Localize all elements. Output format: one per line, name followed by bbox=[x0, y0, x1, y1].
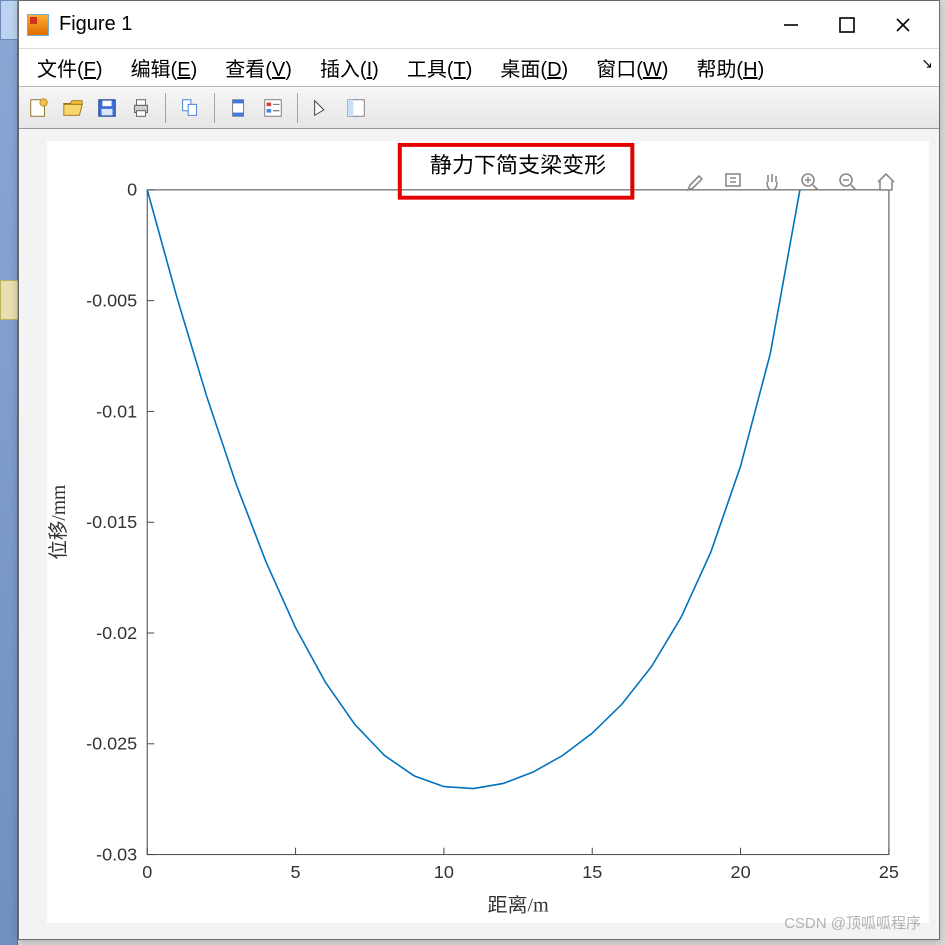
colormap-button[interactable] bbox=[223, 92, 255, 124]
minimize-button[interactable] bbox=[763, 5, 819, 45]
x-tick-label: 10 bbox=[434, 862, 454, 882]
background-sidebar bbox=[0, 0, 18, 945]
y-tick-label: 0 bbox=[127, 180, 137, 200]
pan-icon[interactable] bbox=[757, 167, 787, 197]
zoom-in-icon[interactable] bbox=[795, 167, 825, 197]
x-tick-label: 5 bbox=[291, 862, 301, 882]
x-tick-label: 15 bbox=[582, 862, 602, 882]
menubar: 文件(F)编辑(E)查看(V)插入(I)工具(T)桌面(D)窗口(W)帮助(H)… bbox=[19, 49, 939, 87]
y-tick-label: -0.02 bbox=[96, 623, 137, 643]
y-tick-label: -0.01 bbox=[96, 402, 137, 422]
edit-plot-button[interactable] bbox=[306, 92, 338, 124]
menu-i[interactable]: 插入(I) bbox=[306, 50, 393, 85]
toolbar-separator bbox=[297, 93, 298, 123]
insert-legend-button[interactable] bbox=[257, 92, 289, 124]
zoom-out-icon[interactable] bbox=[833, 167, 863, 197]
axes[interactable]: 0 5 10 15 20 25 0 -0.005 -0.01 -0.015 -0.02 -0.025 -… bbox=[47, 141, 929, 923]
brush-icon[interactable] bbox=[681, 167, 711, 197]
menu-v[interactable]: 查看(V) bbox=[211, 50, 306, 85]
window-title: Figure 1 bbox=[59, 13, 132, 36]
new-figure-button[interactable] bbox=[23, 92, 55, 124]
x-axis-label: 距离/m bbox=[487, 894, 549, 916]
y-tick-label: -0.025 bbox=[86, 734, 137, 754]
bg-tab-1 bbox=[0, 0, 18, 40]
toolbar bbox=[19, 87, 939, 129]
x-tick-label: 25 bbox=[879, 862, 899, 882]
chart-svg: 0 5 10 15 20 25 0 -0.005 -0.01 -0.015 -0.02 -0.025 -… bbox=[47, 141, 929, 923]
menu-f[interactable]: 文件(F) bbox=[23, 50, 117, 85]
menu-w[interactable]: 窗口(W) bbox=[582, 50, 682, 85]
x-tick-label: 20 bbox=[731, 862, 751, 882]
open-button[interactable] bbox=[57, 92, 89, 124]
menubar-overflow-icon[interactable]: ↘ bbox=[921, 55, 933, 72]
data-tips-icon[interactable] bbox=[719, 167, 749, 197]
y-axis-label: 位移/mm bbox=[48, 484, 70, 559]
axes-box bbox=[147, 190, 889, 855]
x-tick-label: 0 bbox=[142, 862, 152, 882]
home-icon[interactable] bbox=[871, 167, 901, 197]
menu-h[interactable]: 帮助(H) bbox=[682, 50, 778, 85]
menu-t[interactable]: 工具(T) bbox=[393, 50, 487, 85]
chart-title: 静力下简支梁变形 bbox=[430, 154, 607, 178]
bg-tab-2 bbox=[0, 280, 18, 320]
menu-e[interactable]: 编辑(E) bbox=[117, 50, 212, 85]
print-button[interactable] bbox=[125, 92, 157, 124]
titlebar: Figure 1 bbox=[19, 1, 939, 49]
figure-window: Figure 1 文件(F)编辑(E)查看(V)插入(I)工具(T)桌面(D)窗… bbox=[18, 0, 940, 940]
y-tick-label: -0.03 bbox=[96, 845, 137, 865]
menu-d[interactable]: 桌面(D) bbox=[486, 50, 582, 85]
link-button[interactable] bbox=[174, 92, 206, 124]
toolbar-separator bbox=[214, 93, 215, 123]
figure-area: 0 5 10 15 20 25 0 -0.005 -0.01 -0.015 -0.02 -0.025 -… bbox=[19, 129, 939, 939]
toolbar-separator bbox=[165, 93, 166, 123]
matlab-icon bbox=[27, 14, 49, 36]
y-tick-label: -0.015 bbox=[86, 512, 137, 532]
axes-toolbar bbox=[681, 167, 901, 197]
y-tick-label: -0.005 bbox=[86, 291, 137, 311]
data-cursor-button[interactable] bbox=[340, 92, 372, 124]
maximize-button[interactable] bbox=[819, 5, 875, 45]
save-button[interactable] bbox=[91, 92, 123, 124]
watermark: CSDN @顶呱呱程序 bbox=[784, 912, 921, 933]
close-button[interactable] bbox=[875, 5, 931, 45]
